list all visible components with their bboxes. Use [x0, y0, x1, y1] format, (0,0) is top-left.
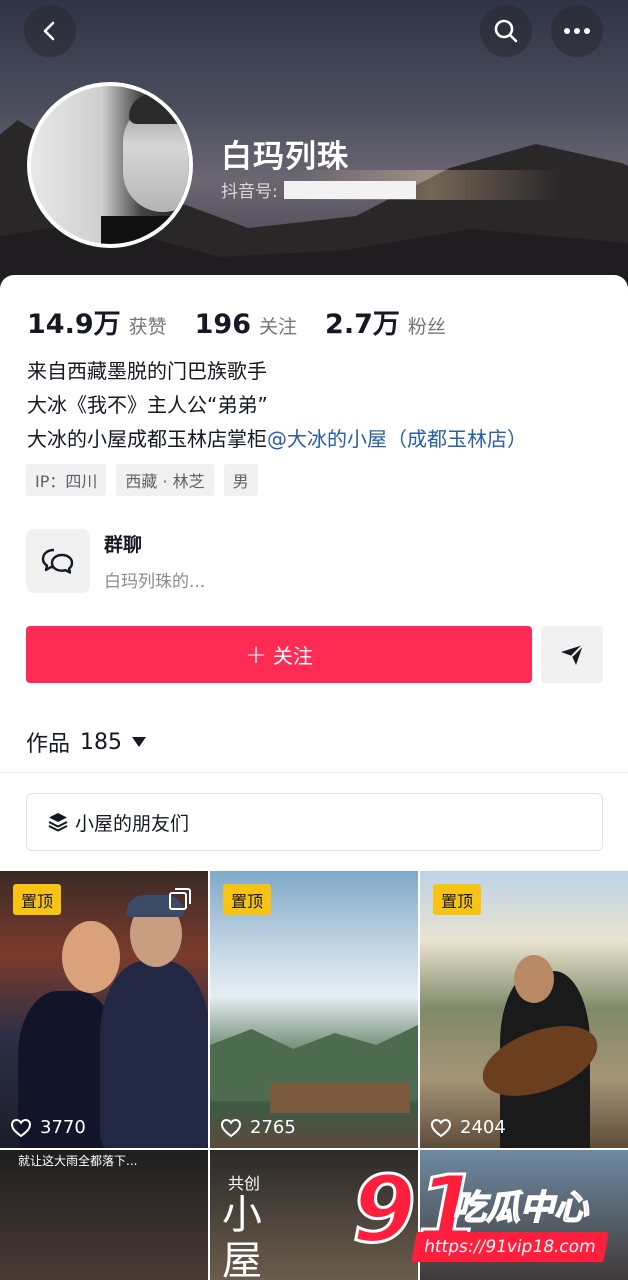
bio-line: 大冰《我不》主人公“弟弟” — [27, 393, 268, 417]
douyin-id[interactable]: 抖音号: — [221, 177, 416, 202]
caret-down-icon — [132, 737, 147, 747]
tag-location[interactable]: 西藏 · 林芝 — [116, 464, 214, 496]
profile-stats: 14.9万 获赞 196 关注 2.7万 粉丝 — [27, 302, 474, 341]
tag-gender: 男 — [223, 464, 258, 496]
heart-icon — [220, 1118, 242, 1137]
pinned-badge: 置顶 — [433, 884, 482, 915]
like-count: 2404 — [430, 1117, 506, 1138]
back-button[interactable] — [24, 5, 76, 57]
stat-following[interactable]: 196 关注 — [195, 309, 297, 340]
avatar[interactable] — [27, 82, 193, 248]
video-caption: 就让这大雨全都落下... — [18, 1154, 138, 1168]
multi-image-icon — [169, 888, 191, 910]
profile-tags: IP：四川 西藏 · 林芝 男 — [26, 464, 268, 496]
like-count: 3770 — [10, 1117, 86, 1138]
chevron-left-icon — [43, 21, 55, 41]
stat-label: 关注 — [259, 316, 298, 338]
stat-value: 14.9万 — [27, 309, 121, 340]
video-caption: 共创 — [228, 1174, 261, 1193]
follow-button[interactable]: + 关注 — [26, 626, 532, 683]
share-button[interactable] — [541, 626, 603, 683]
watermark-text: 吃瓜中心 — [451, 1187, 589, 1229]
stat-label: 粉丝 — [407, 316, 446, 338]
like-count: 2765 — [220, 1117, 296, 1138]
heart-icon — [430, 1118, 452, 1137]
layers-icon — [48, 813, 68, 832]
heart-icon — [10, 1118, 32, 1137]
stat-likes[interactable]: 14.9万 获赞 — [27, 302, 167, 341]
more-horizontal-icon — [564, 28, 590, 34]
stat-value: 2.7万 — [325, 309, 400, 340]
send-icon — [561, 643, 584, 665]
bio-line: 来自西藏墨脱的门巴族歌手 — [27, 359, 267, 383]
collection-chip[interactable]: 小屋的朋友们 — [26, 793, 603, 851]
group-chat-icon — [26, 529, 90, 593]
bio-line: 大冰的小屋成都玉林店掌柜@大冰的小屋（成都玉林店） — [27, 422, 527, 456]
collection-label: 小屋的朋友们 — [75, 812, 190, 835]
douyin-id-label: 抖音号: — [221, 182, 278, 202]
like-count-value: 2765 — [250, 1117, 296, 1138]
search-button[interactable] — [480, 5, 532, 57]
group-chat-title: 群聊 — [104, 534, 143, 556]
bio: 来自西藏墨脱的门巴族歌手 大冰《我不》主人公“弟弟” 大冰的小屋成都玉林店掌柜@… — [27, 354, 527, 456]
like-count-value: 2404 — [460, 1117, 506, 1138]
video-thumbnail[interactable]: 置顶 3770 — [0, 871, 208, 1148]
bio-mention-link[interactable]: @大冰的小屋（成都玉林店） — [267, 427, 527, 451]
group-chat-entry[interactable]: 群聊 白玛列珠的... — [26, 529, 205, 593]
follow-label: 关注 — [272, 644, 313, 668]
video-overlay-text: 小 屋 的 — [222, 1192, 262, 1280]
tag-ip: IP：四川 — [26, 464, 107, 496]
group-chat-subtitle: 白玛列珠的... — [104, 572, 206, 592]
like-count-value: 3770 — [40, 1117, 86, 1138]
pinned-badge: 置顶 — [13, 884, 62, 915]
search-icon — [494, 19, 518, 43]
watermark-url: https://91vip18.com — [411, 1232, 609, 1262]
divider — [0, 772, 628, 773]
more-button[interactable] — [551, 5, 603, 57]
video-thumbnail[interactable]: 置顶 2404 — [420, 871, 628, 1148]
video-thumbnail[interactable]: 置顶 2765 — [210, 871, 418, 1148]
stat-label: 获赞 — [128, 316, 167, 338]
video-thumbnail[interactable]: 就让这大雨全都落下... — [0, 1150, 208, 1280]
works-dropdown[interactable]: 作品 185 — [26, 726, 147, 758]
douyin-id-redacted — [283, 180, 416, 199]
plus-icon: + — [245, 639, 267, 670]
works-label: 作品 — [26, 732, 71, 757]
stat-followers[interactable]: 2.7万 粉丝 — [325, 302, 446, 341]
pinned-badge: 置顶 — [223, 884, 272, 915]
stat-value: 196 — [194, 309, 252, 340]
works-count: 185 — [80, 729, 123, 755]
bio-line-text: 大冰的小屋成都玉林店掌柜 — [27, 427, 267, 451]
watermark: 91 吃瓜中心 https://91vip18.com — [350, 1158, 628, 1280]
profile-name: 白玛列珠 — [221, 139, 349, 175]
